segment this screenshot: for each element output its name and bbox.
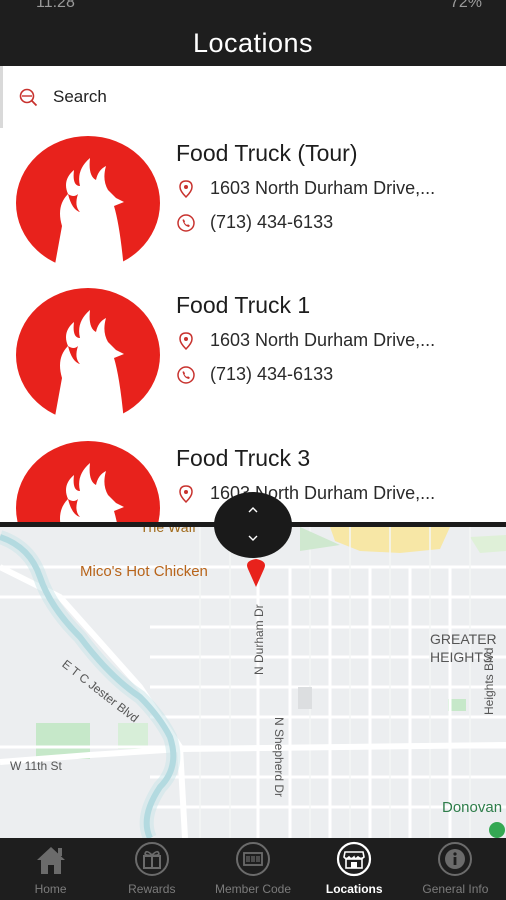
nav-label-rewards: Rewards bbox=[128, 882, 176, 896]
nav-item-member-code[interactable]: Member Code bbox=[202, 838, 303, 900]
phone-icon bbox=[177, 365, 195, 384]
map-label-greater: GREATER bbox=[430, 631, 497, 647]
search-input[interactable] bbox=[53, 87, 453, 107]
nav-label-home: Home bbox=[34, 882, 67, 896]
location-item[interactable]: Food Truck (Tour) 1603 North Durham Driv… bbox=[0, 128, 506, 280]
location-phone[interactable]: (713) 434-6133 bbox=[210, 212, 333, 233]
nav-label-general-info: General Info bbox=[422, 882, 489, 896]
map-label-donovan: Donovan bbox=[442, 799, 503, 816]
map-pin-label[interactable]: Mico's Hot Chicken bbox=[80, 563, 208, 580]
barcode-icon bbox=[236, 842, 270, 876]
info-icon bbox=[438, 842, 473, 876]
battery-level: 72% bbox=[449, 0, 482, 11]
map-label-n-shepherd: N Shepherd Dr bbox=[272, 717, 286, 798]
rooster-logo-icon bbox=[16, 288, 160, 422]
location-item[interactable]: Food Truck 1 1603 North Durham Drive,...… bbox=[0, 280, 506, 432]
split-toggle-button[interactable] bbox=[214, 492, 292, 558]
header: Locations bbox=[0, 20, 506, 66]
location-name[interactable]: Food Truck 3 bbox=[176, 445, 310, 472]
location-name[interactable]: Food Truck 1 bbox=[176, 292, 310, 319]
nav-label-member-code: Member Code bbox=[214, 882, 292, 896]
rooster-logo-icon bbox=[16, 441, 160, 522]
nav-item-home[interactable]: Home bbox=[0, 838, 101, 900]
location-address-row[interactable]: 1603 North Durham Drive,... bbox=[176, 330, 435, 351]
map-pin-icon bbox=[179, 484, 193, 503]
location-phone-row[interactable]: (713) 434-6133 bbox=[176, 364, 333, 385]
nav-label-locations: Locations bbox=[325, 882, 383, 896]
map-view[interactable]: The Waff Mico's Hot Chicken E T C Jester… bbox=[0, 527, 506, 838]
bottom-nav: Home Rewards Member Code Locations Gener… bbox=[0, 838, 506, 900]
search-bar[interactable] bbox=[0, 66, 506, 128]
chevron-down-icon bbox=[248, 535, 258, 541]
location-name[interactable]: Food Truck (Tour) bbox=[176, 140, 358, 167]
status-bar: 11:28 72% bbox=[0, 0, 506, 20]
page-title: Locations bbox=[192, 27, 314, 58]
map-pin-icon bbox=[179, 179, 193, 198]
location-phone-row[interactable]: (713) 434-6133 bbox=[176, 212, 333, 233]
map-label-heights-blvd: Heights Blvd bbox=[482, 647, 496, 715]
search-icon bbox=[19, 88, 38, 107]
map-label-partial: The Waff bbox=[140, 527, 197, 535]
status-time: 11:28 bbox=[36, 0, 75, 11]
map-pin-icon bbox=[179, 331, 193, 350]
nav-item-general-info[interactable]: General Info bbox=[405, 838, 506, 900]
location-address: 1603 North Durham Drive,... bbox=[210, 330, 436, 350]
chevron-up-icon bbox=[248, 507, 258, 513]
location-address-row[interactable]: 1603 North Durham Drive,... bbox=[176, 178, 435, 199]
nav-item-locations[interactable]: Locations bbox=[304, 838, 405, 900]
rooster-logo-icon bbox=[16, 136, 160, 270]
map-label-n-durham: N Durham Dr bbox=[252, 604, 266, 675]
map-streets bbox=[0, 527, 506, 838]
nav-item-rewards[interactable]: Rewards bbox=[101, 838, 202, 900]
locations-list[interactable]: Food Truck (Tour) 1603 North Durham Driv… bbox=[0, 128, 506, 522]
map-label-w-11th: W 11th St bbox=[10, 759, 62, 773]
location-address: 1603 North Durham Drive,... bbox=[210, 178, 436, 198]
phone-icon bbox=[177, 213, 195, 232]
gift-icon bbox=[134, 842, 169, 876]
store-icon bbox=[337, 841, 372, 877]
location-address-row[interactable]: 1603 North Durham Drive,... bbox=[176, 483, 435, 504]
location-phone[interactable]: (713) 434-6133 bbox=[210, 364, 333, 385]
home-icon bbox=[36, 847, 65, 874]
